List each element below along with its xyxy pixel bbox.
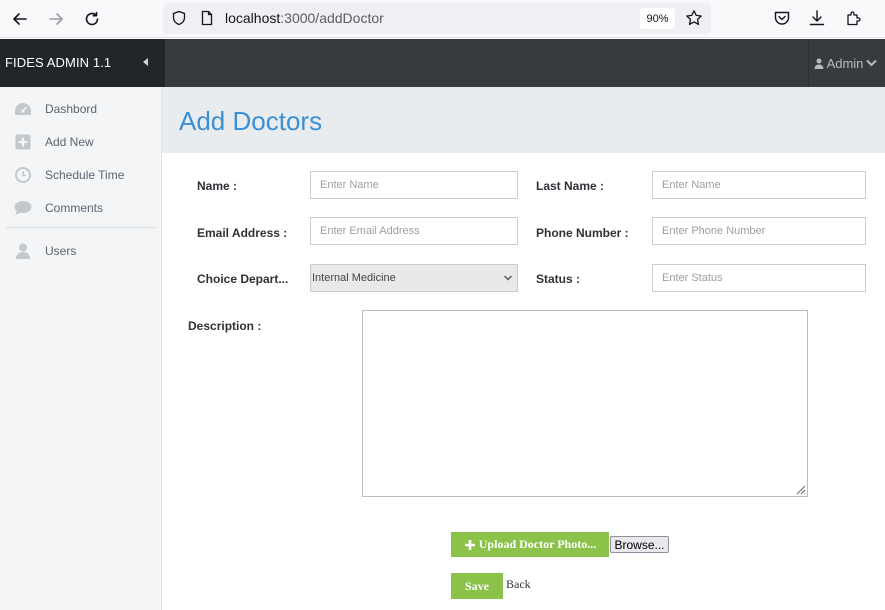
upload-photo-label: Upload Doctor Photo... xyxy=(478,537,597,551)
name-input[interactable] xyxy=(310,171,518,199)
sidebar-item-label: Add New xyxy=(45,135,94,149)
top-navbar: Admin xyxy=(165,39,885,87)
sidebar-item-label: Users xyxy=(45,244,77,258)
phone-label: Phone Number : xyxy=(536,226,629,240)
sidebar: Dashbord Add New Schedule Time Comments … xyxy=(0,87,162,610)
status-label: Status : xyxy=(536,272,581,286)
user-icon xyxy=(814,58,824,69)
sidebar-item-label: Comments xyxy=(45,201,104,215)
dashboard-gauge-icon xyxy=(14,100,32,118)
sidebar-item-schedule-time[interactable]: Schedule Time xyxy=(0,161,162,189)
download-icon[interactable] xyxy=(808,9,826,27)
url-host: localhost xyxy=(225,10,281,26)
page-info-icon[interactable] xyxy=(199,10,215,26)
upload-photo-button[interactable]: Upload Doctor Photo... xyxy=(451,532,609,557)
save-button[interactable]: Save xyxy=(451,573,503,599)
page-title: Add Doctors xyxy=(179,106,323,136)
admin-user-label: Admin xyxy=(826,55,864,71)
pocket-icon[interactable] xyxy=(773,9,791,27)
resize-grip-icon[interactable] xyxy=(794,483,806,495)
user-icon xyxy=(14,242,32,260)
comment-bubble-icon xyxy=(14,199,32,217)
brand-title: FIDES ADMIN 1.1 xyxy=(5,55,112,70)
description-textarea[interactable] xyxy=(362,310,808,497)
url-path: :3000/addDoctor xyxy=(280,10,384,26)
email-label: Email Address : xyxy=(197,226,288,240)
forward-arrow-icon[interactable] xyxy=(45,8,67,30)
department-label: Choice Depart... xyxy=(197,272,289,286)
sidebar-item-comments[interactable]: Comments xyxy=(0,194,162,222)
description-label: Description : xyxy=(188,319,262,333)
back-arrow-icon[interactable] xyxy=(9,8,31,30)
browser-toolbar: localhost:3000/addDoctor 90% xyxy=(0,0,885,38)
email-input[interactable] xyxy=(310,217,518,245)
clock-icon xyxy=(14,166,32,184)
sidebar-divider xyxy=(6,227,155,228)
last-name-input[interactable] xyxy=(652,171,866,199)
plus-square-icon xyxy=(14,133,32,151)
shield-icon[interactable] xyxy=(171,10,187,26)
chevron-down-icon xyxy=(866,59,878,67)
zoom-level-badge[interactable]: 90% xyxy=(640,8,675,29)
department-select[interactable]: Internal Medicine xyxy=(310,264,518,292)
chevron-down-icon xyxy=(504,275,512,281)
sidebar-item-add-new[interactable]: Add New xyxy=(0,128,162,156)
sidebar-item-dashboard[interactable]: Dashbord xyxy=(0,95,162,123)
address-bar[interactable]: localhost:3000/addDoctor 90% xyxy=(163,3,711,34)
admin-user-menu[interactable]: Admin xyxy=(808,39,885,87)
url-text: localhost:3000/addDoctor xyxy=(225,10,384,26)
sidebar-item-users[interactable]: Users xyxy=(0,237,162,265)
back-link[interactable]: Back xyxy=(506,577,531,592)
browse-file-button[interactable]: Browse... xyxy=(610,536,669,553)
page-header: Add Doctors xyxy=(162,87,885,153)
status-input[interactable] xyxy=(652,264,866,292)
last-name-label: Last Name : xyxy=(536,179,605,193)
name-label: Name : xyxy=(197,179,238,193)
department-selected-value: Internal Medicine xyxy=(312,272,396,284)
sidebar-item-label: Schedule Time xyxy=(45,168,125,182)
bookmark-star-icon[interactable] xyxy=(685,9,703,27)
sidebar-item-label: Dashbord xyxy=(45,102,98,116)
brand-bar: FIDES ADMIN 1.1 xyxy=(0,39,165,87)
sidebar-collapse-caret-icon[interactable] xyxy=(143,58,148,66)
plus-icon xyxy=(464,539,475,550)
phone-input[interactable] xyxy=(652,217,866,245)
extensions-puzzle-icon[interactable] xyxy=(845,9,863,27)
reload-icon[interactable] xyxy=(81,8,103,30)
